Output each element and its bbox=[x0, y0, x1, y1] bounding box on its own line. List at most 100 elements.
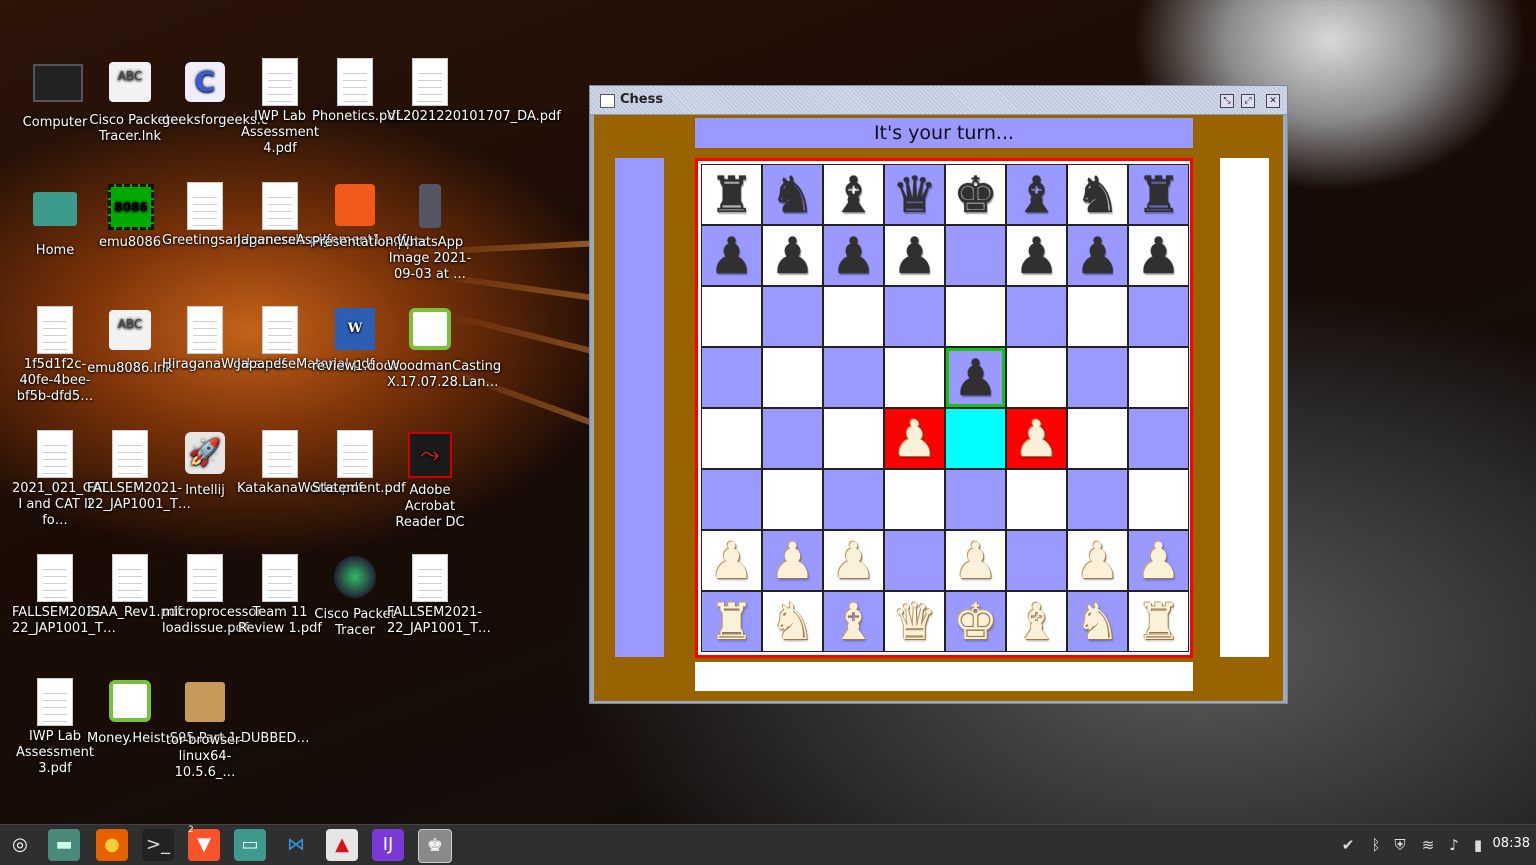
square-a4[interactable] bbox=[701, 408, 762, 469]
desktop-icon[interactable]: Statement.pdf bbox=[312, 430, 406, 497]
firefox-icon[interactable]: ● bbox=[96, 829, 128, 861]
desktop-icon[interactable]: ⤳ Adobe Acrobat Reader DC bbox=[387, 430, 473, 531]
black-rook-icon[interactable]: ♜ bbox=[709, 170, 754, 220]
desktop-icon[interactable]: Wreview1.docx bbox=[312, 306, 398, 375]
wifi-icon[interactable]: ≋ bbox=[1418, 835, 1438, 855]
square-f7[interactable]: ♟ bbox=[1006, 225, 1067, 286]
files-icon[interactable]: ▭ bbox=[234, 829, 266, 861]
square-g6[interactable] bbox=[1067, 286, 1128, 347]
square-b3[interactable] bbox=[762, 469, 823, 530]
desktop-icon[interactable]: 🚀 Intellij bbox=[162, 430, 248, 499]
square-e1[interactable]: ♚ bbox=[945, 591, 1006, 652]
square-b6[interactable] bbox=[762, 286, 823, 347]
square-d3[interactable] bbox=[884, 469, 945, 530]
square-a2[interactable]: ♟ bbox=[701, 530, 762, 591]
square-b8[interactable]: ♞ bbox=[762, 164, 823, 225]
square-c7[interactable]: ♟ bbox=[823, 225, 884, 286]
square-e7[interactable] bbox=[945, 225, 1006, 286]
square-g7[interactable]: ♟ bbox=[1067, 225, 1128, 286]
desktop-icon[interactable]: FALLSEM2021-22_JAP1001_T… bbox=[12, 554, 116, 637]
intellij-idea-icon[interactable]: IJ bbox=[372, 829, 404, 861]
white-pawn-icon[interactable]: ♟ bbox=[1014, 414, 1059, 464]
square-f5[interactable] bbox=[1006, 347, 1067, 408]
black-knight-icon[interactable]: ♞ bbox=[770, 170, 815, 220]
square-d7[interactable]: ♟ bbox=[884, 225, 945, 286]
desktop-icon[interactable]: microprocessor loadissue.pdf bbox=[162, 554, 262, 637]
desktop-icon[interactable]: 1f5d1f2c-40fe-4bee-bf5b-dfd5… bbox=[12, 306, 98, 405]
square-g4[interactable] bbox=[1067, 408, 1128, 469]
black-pawn-icon[interactable]: ♟ bbox=[1075, 231, 1120, 281]
square-g3[interactable] bbox=[1067, 469, 1128, 530]
brave-icon[interactable]: ▼ 2 bbox=[188, 825, 220, 861]
close-button[interactable]: ✕ bbox=[1266, 94, 1280, 108]
black-queen-icon[interactable]: ♛ bbox=[892, 170, 937, 220]
desktop-icon[interactable]: JapaneseMaterial.pdf bbox=[237, 306, 374, 373]
square-d1[interactable]: ♛ bbox=[884, 591, 945, 652]
desktop-icon[interactable]: Home bbox=[12, 182, 98, 259]
white-pawn-icon[interactable]: ♟ bbox=[1075, 536, 1120, 586]
square-h1[interactable]: ♜ bbox=[1128, 591, 1189, 652]
square-h4[interactable] bbox=[1128, 408, 1189, 469]
square-g8[interactable]: ♞ bbox=[1067, 164, 1128, 225]
white-pawn-icon[interactable]: ♟ bbox=[770, 536, 815, 586]
white-pawn-icon[interactable]: ♟ bbox=[953, 536, 998, 586]
desktop-icon[interactable]: Phonetics.pdf bbox=[312, 58, 400, 125]
square-h6[interactable] bbox=[1128, 286, 1189, 347]
java-chess-icon[interactable]: ♚ bbox=[418, 829, 452, 863]
desktop-icon[interactable]: tor-browser-linux64-10.5.6_… bbox=[162, 678, 248, 781]
black-pawn-icon[interactable]: ♟ bbox=[1136, 231, 1181, 281]
square-h3[interactable] bbox=[1128, 469, 1189, 530]
desktop-icon[interactable]: Presentation.pptx bbox=[312, 182, 427, 251]
square-a3[interactable] bbox=[701, 469, 762, 530]
white-rook-icon[interactable]: ♜ bbox=[709, 597, 754, 647]
square-e4[interactable] bbox=[945, 408, 1006, 469]
show-desktop-icon[interactable]: ▬ bbox=[48, 829, 80, 861]
desktop-icon[interactable]: HiraganaWorks.pdf bbox=[162, 306, 286, 373]
black-king-icon[interactable]: ♚ bbox=[953, 170, 998, 220]
desktop-icon[interactable]: ABC emu8086.lnk bbox=[87, 306, 173, 377]
square-e5[interactable]: ♟ bbox=[945, 347, 1006, 408]
black-rook-icon[interactable]: ♜ bbox=[1136, 170, 1181, 220]
square-f8[interactable]: ♝ bbox=[1006, 164, 1067, 225]
desktop-icon[interactable]: ABC Cisco Packet Tracer.lnk bbox=[87, 58, 173, 145]
square-c3[interactable] bbox=[823, 469, 884, 530]
square-d8[interactable]: ♛ bbox=[884, 164, 945, 225]
maximize-button[interactable]: ⤢ bbox=[1241, 94, 1255, 108]
black-bishop-icon[interactable]: ♝ bbox=[1014, 170, 1059, 220]
square-h5[interactable] bbox=[1128, 347, 1189, 408]
white-pawn-icon[interactable]: ♟ bbox=[892, 414, 937, 464]
desktop-icon[interactable]: FALLSEM2021-22_JAP1001_T… bbox=[87, 430, 191, 513]
white-rook-icon[interactable]: ♜ bbox=[1136, 597, 1181, 647]
volume-icon[interactable]: ♪ bbox=[1444, 835, 1464, 855]
square-h2[interactable]: ♟ bbox=[1128, 530, 1189, 591]
square-d6[interactable] bbox=[884, 286, 945, 347]
square-b1[interactable]: ♞ bbox=[762, 591, 823, 652]
square-c6[interactable] bbox=[823, 286, 884, 347]
square-a8[interactable]: ♜ bbox=[701, 164, 762, 225]
square-h7[interactable]: ♟ bbox=[1128, 225, 1189, 286]
black-pawn-icon[interactable]: ♟ bbox=[953, 353, 998, 403]
square-c2[interactable]: ♟ bbox=[823, 530, 884, 591]
square-h8[interactable]: ♜ bbox=[1128, 164, 1189, 225]
desktop-icon[interactable]: IWP Lab Assessment 3.pdf bbox=[12, 678, 98, 777]
desktop-icon[interactable]: 8086 emu8086 bbox=[87, 182, 173, 251]
desktop-icon[interactable]: Cgeeksforgeeks.c bbox=[162, 58, 268, 129]
square-f6[interactable] bbox=[1006, 286, 1067, 347]
tasks-icon[interactable]: ✔ bbox=[1338, 835, 1358, 855]
square-a5[interactable] bbox=[701, 347, 762, 408]
square-c4[interactable] bbox=[823, 408, 884, 469]
desktop-icon[interactable]: JapaneseAssignment1.pdf bbox=[237, 182, 406, 249]
shield-icon[interactable]: ⛨ bbox=[1390, 835, 1410, 855]
minimize-button[interactable]: ⤡ bbox=[1220, 94, 1234, 108]
desktop-icon[interactable]: Computer bbox=[12, 58, 98, 131]
desktop-icon[interactable]: Greetingsandgenerals.pdf bbox=[162, 182, 331, 249]
square-g2[interactable]: ♟ bbox=[1067, 530, 1128, 591]
black-pawn-icon[interactable]: ♟ bbox=[1014, 231, 1059, 281]
white-bishop-icon[interactable]: ♝ bbox=[831, 597, 876, 647]
square-c8[interactable]: ♝ bbox=[823, 164, 884, 225]
black-pawn-icon[interactable]: ♟ bbox=[770, 231, 815, 281]
square-d5[interactable] bbox=[884, 347, 945, 408]
square-a1[interactable]: ♜ bbox=[701, 591, 762, 652]
black-pawn-icon[interactable]: ♟ bbox=[709, 231, 754, 281]
desktop-icon[interactable]: Cisco Packet Tracer bbox=[312, 554, 398, 639]
